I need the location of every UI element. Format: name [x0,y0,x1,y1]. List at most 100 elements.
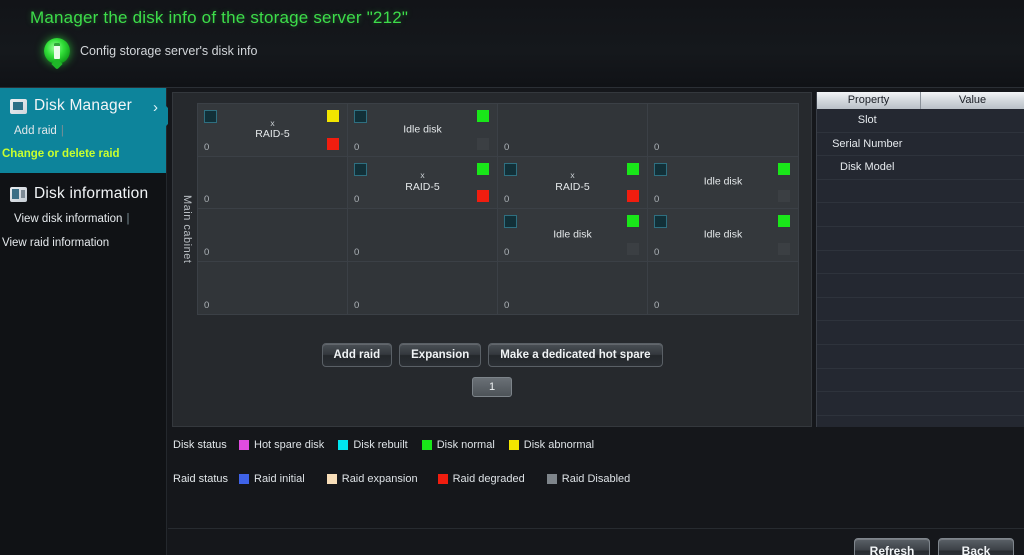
app-window: Manager the disk info of the storage ser… [0,0,1024,555]
raid-status-swatch [627,190,639,202]
disk-cell-empty[interactable]: 0 [648,261,798,314]
raid-status-swatch [778,242,790,255]
sidebar-link-change-or-delete-raid[interactable]: Change or delete raid [0,146,122,163]
disk-cell-label: x RAID-5 [255,117,290,141]
disk-status-swatch [477,162,489,175]
disk-slot-number: 0 [504,141,510,153]
legend-item: Raid Disabled [546,473,630,485]
sidebar-link-view-raid-information[interactable]: View raid information [0,235,111,252]
pagination-page-1[interactable]: 1 [471,377,513,397]
disk-cell-empty[interactable]: 0 [198,156,348,209]
disk-cell-empty[interactable]: 0 [498,261,648,314]
pagination: 1 [173,377,811,397]
property-table-row[interactable] [817,227,1024,251]
disk-cell-label: x RAID-5 [555,170,590,193]
disk-cell[interactable]: 0 x RAID-5 [198,104,348,157]
property-cell-value [918,274,1024,297]
property-table-row[interactable] [817,203,1024,227]
disk-cell[interactable]: 0 Idle disk [498,209,648,262]
property-table-row[interactable] [817,321,1024,345]
legend-swatch [546,474,557,484]
property-table-row[interactable] [817,345,1024,369]
disk-status-swatch [327,110,339,122]
sidebar-item-disk-manager[interactable]: Disk Manager [0,88,166,117]
raid-status-swatch [778,190,790,202]
sidebar-links-disk-information: View disk information | View raid informa… [0,205,166,261]
property-table-row[interactable] [817,251,1024,275]
sidebar-separator: | [60,125,64,137]
disk-information-icon [10,186,27,202]
disk-status-swatch [627,215,639,227]
value-column-header[interactable]: Value [921,92,1024,109]
sidebar: Disk Manager › Add raid | Change or delet… [0,88,176,555]
disk-cell[interactable]: 0 Idle disk [348,104,498,157]
property-cell-value [918,345,1024,368]
disk-cell-empty[interactable]: 0 [648,104,798,157]
property-table-row[interactable] [817,392,1024,416]
property-table-row[interactable] [817,180,1024,204]
action-expansion[interactable]: Expansion [399,343,482,367]
property-table-row[interactable] [817,369,1024,393]
main-content: Main cabinet 0 x RAID-5 0 Idle disk 0 0 0 0 x RAID… [168,88,1024,555]
property-table-row[interactable]: Disk Model [817,156,1024,180]
disk-cell-empty[interactable]: 0 [348,261,498,314]
sidebar-title-disk-information: Disk information [34,185,149,203]
legend-label: Disk abnormal [523,439,595,451]
sidebar-link-add-raid[interactable]: Add raid [12,123,59,140]
disk-cell-label: Idle disk [703,228,743,241]
disk-slot-number: 0 [654,246,660,258]
disk-grid[interactable]: 0 x RAID-5 0 Idle disk 0 0 0 0 x RAID-5 0 x RAID-5 0 Id… [197,103,799,315]
property-table-row[interactable] [817,274,1024,298]
legend-swatch [508,440,519,450]
status-legend: Disk status Hot spare disk Disk rebuilt Di… [173,433,813,491]
disk-cell[interactable]: 0 Idle disk [648,209,798,262]
disk-slot-number: 0 [654,300,660,311]
legend-item: Disk rebuilt [338,439,408,451]
back-button[interactable]: Back [938,538,1014,555]
disk-slot-number: 0 [204,246,210,258]
page-header: Manager the disk info of the storage ser… [0,0,1024,88]
disk-cell-empty[interactable]: 0 [198,209,348,262]
property-cell-value [918,109,1024,132]
legend-swatch [239,440,249,450]
disk-cell[interactable]: 0 Idle disk [648,156,798,209]
cabinet-label: Main cabinet [181,194,193,264]
disk-cell-empty[interactable]: 0 [198,261,348,314]
sidebar-title-disk-manager: Disk Manager [34,97,133,114]
property-cell-name: Serial Number [832,137,903,150]
action-make-a-dedicated-hot-spare[interactable]: Make a dedicated hot spare [488,343,663,367]
refresh-button[interactable]: Refresh [854,538,930,555]
sidebar-link-view-disk-information[interactable]: View disk information [12,211,124,228]
disk-slot-number: 0 [354,141,360,153]
disk-cell-empty[interactable]: 0 [348,209,498,262]
disk-action-buttons: Add raid Expansion Make a dedicated hot sp… [173,343,811,367]
legend-label: Raid expansion [341,473,418,485]
disk-cell-label: Idle disk [553,228,592,241]
disk-status-swatch [627,162,639,175]
action-add-raid[interactable]: Add raid [321,343,393,367]
property-cell-value [918,251,1024,274]
property-cell-value [918,180,1024,203]
disk-slot-indicator-icon [354,110,367,123]
raid-status-swatch [477,137,489,150]
property-table-row[interactable] [817,298,1024,322]
disk-cell-empty[interactable]: 0 [498,104,648,157]
legend-item: Disk abnormal [508,439,595,451]
property-table-row[interactable]: Slot [817,109,1024,133]
disk-cell-label: Idle disk [703,175,743,188]
sidebar-group-disk-manager[interactable]: Disk Manager › Add raid | Change or delet… [0,88,176,174]
disk-cell[interactable]: 0 x RAID-5 [498,156,648,209]
sidebar-item-disk-information[interactable]: Disk information [0,173,166,205]
legend-label: Raid initial [254,473,305,485]
disk-cell[interactable]: 0 x RAID-5 [348,156,498,209]
property-column-header[interactable]: Property [817,92,921,109]
property-cell-name: Slot [857,114,877,126]
property-table-row[interactable]: Serial Number [817,133,1024,157]
chevron-right-icon: › [153,99,158,116]
legend-item: Raid degraded [437,473,525,485]
property-cell-value [918,133,1024,156]
legend-label: Disk normal [436,439,495,451]
legend-title-disk-status: Disk status [173,439,227,451]
property-cell-value [918,321,1024,344]
sidebar-group-disk-information[interactable]: Disk information View disk information | … [0,173,166,261]
